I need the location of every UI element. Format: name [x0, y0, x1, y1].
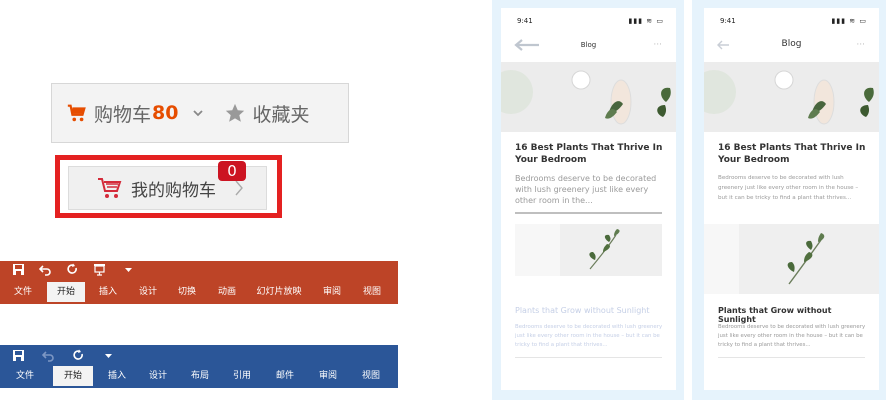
divider — [718, 357, 865, 358]
tab-file[interactable]: 文件 — [8, 282, 38, 302]
article-subheading[interactable]: Plants that Grow without Sunlight — [515, 306, 665, 315]
hero-image — [501, 62, 676, 132]
divider — [515, 357, 662, 358]
ribbon-tabs: 文件 开始 插入 设计 切换 动画 幻灯片放映 审阅 视图 — [0, 282, 398, 302]
article-heading[interactable]: 16 Best Plants That Thrive In Your Bedro… — [515, 142, 665, 166]
tab-home[interactable]: 开始 — [47, 282, 85, 302]
hero-image — [704, 62, 879, 132]
phone-mockup-right: 9:41 ▮▮▮ ≋ ▭ Blog ··· 16 Best Plants Tha… — [704, 8, 879, 390]
redo-icon[interactable] — [72, 349, 85, 362]
article-image — [515, 224, 662, 276]
more-icon[interactable]: ··· — [856, 40, 865, 50]
tab-insert[interactable]: 插入 — [103, 366, 131, 386]
article-subtext: Bedrooms deserve to be decorated with lu… — [718, 324, 866, 348]
divider — [515, 212, 662, 214]
more-icon[interactable]: ··· — [653, 40, 662, 50]
cart-count: 80 — [152, 102, 179, 124]
article-subtext: Bedrooms deserve to be decorated with lu… — [515, 324, 663, 348]
page-title: Blog — [580, 41, 597, 49]
favorites-link[interactable]: 收藏夹 — [252, 100, 309, 127]
plant-photo — [515, 224, 662, 276]
undo-icon[interactable] — [39, 263, 52, 276]
powerpoint-ribbon: 文件 开始 插入 设计 切换 动画 幻灯片放映 审阅 视图 — [0, 261, 398, 304]
shopping-cart-icon — [98, 178, 122, 198]
tab-design[interactable]: 设计 — [134, 282, 162, 302]
ribbon-tabs: 文件 开始 插入 设计 布局 引用 邮件 审阅 视图 — [0, 366, 398, 386]
word-ribbon: 文件 开始 插入 设计 布局 引用 邮件 审阅 视图 — [0, 345, 398, 388]
undo-icon[interactable] — [42, 349, 55, 362]
save-icon[interactable] — [12, 349, 25, 362]
cart-link[interactable]: 购物车 — [94, 100, 151, 127]
cart-bar: 购物车 80 收藏夹 — [51, 83, 349, 143]
tab-view[interactable]: 视图 — [358, 282, 386, 302]
tab-design[interactable]: 设计 — [144, 366, 172, 386]
present-icon[interactable] — [93, 263, 106, 276]
tab-insert[interactable]: 插入 — [94, 282, 122, 302]
chevron-down-icon[interactable] — [192, 107, 204, 119]
article-heading[interactable]: 16 Best Plants That Thrive In Your Bedro… — [718, 142, 868, 166]
cart-badge: 0 — [218, 161, 246, 181]
plant-photo — [501, 62, 676, 132]
plant-photo — [704, 224, 879, 294]
tab-references[interactable]: 引用 — [228, 366, 256, 386]
customize-dropdown-icon[interactable] — [102, 349, 115, 362]
tab-layout[interactable]: 布局 — [186, 366, 214, 386]
my-cart-label: 我的购物车 — [131, 180, 216, 201]
shopping-cart-icon — [67, 104, 86, 122]
tab-review[interactable]: 审阅 — [314, 366, 342, 386]
article-subheading[interactable]: Plants that Grow without Sunlight — [718, 306, 868, 324]
tab-transitions[interactable]: 切换 — [172, 282, 202, 302]
tab-review[interactable]: 审阅 — [318, 282, 346, 302]
my-cart-frame: 我的购物车 0 — [55, 155, 282, 218]
page-title: Blog — [781, 39, 802, 49]
status-icons: ▮▮▮ ≋ ▭ — [831, 17, 867, 25]
status-time: 9:41 — [720, 17, 736, 25]
tab-home[interactable]: 开始 — [53, 366, 93, 386]
quick-access-toolbar — [0, 261, 398, 278]
phone-mockup-left: 9:41 ▮▮▮ ≋ ▭ Blog ··· 16 Best Plants Tha… — [501, 8, 676, 390]
tab-view[interactable]: 视图 — [357, 366, 385, 386]
article-excerpt: Bedrooms deserve to be decorated with lu… — [718, 175, 859, 201]
tab-file[interactable]: 文件 — [10, 366, 40, 386]
article-excerpt: Bedrooms deserve to be decorated with lu… — [515, 174, 657, 205]
tab-mailings[interactable]: 邮件 — [271, 366, 299, 386]
article-image — [704, 224, 879, 294]
redo-icon[interactable] — [66, 263, 79, 276]
tab-animations[interactable]: 动画 — [212, 282, 242, 302]
tab-slide-show[interactable]: 幻灯片放映 — [254, 282, 304, 302]
plant-photo — [704, 62, 879, 132]
status-icons: ▮▮▮ ≋ ▭ — [628, 17, 664, 25]
save-icon[interactable] — [12, 263, 25, 276]
star-icon — [226, 103, 245, 122]
customize-dropdown-icon[interactable] — [122, 263, 135, 276]
chevron-right-icon — [235, 180, 243, 196]
quick-access-toolbar — [0, 345, 398, 362]
status-time: 9:41 — [517, 17, 533, 25]
